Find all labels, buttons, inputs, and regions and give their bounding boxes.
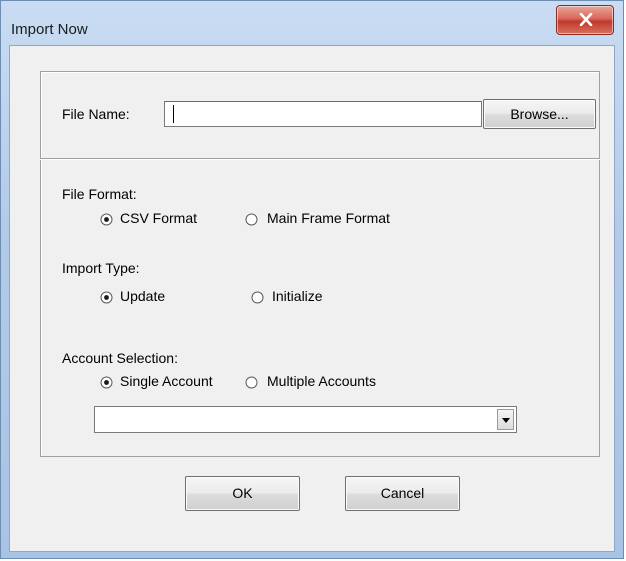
file-name-label: File Name: [62,106,130,122]
account-selection-label: Account Selection: [62,350,178,366]
window-title: Import Now [11,21,88,38]
radio-main-frame-format[interactable] [245,213,258,226]
radio-csv-format[interactable] [100,213,113,226]
browse-button[interactable]: Browse... [483,99,596,129]
dropdown-arrow-button[interactable] [497,409,514,430]
title-bar[interactable]: Import Now [1,1,623,45]
radio-update[interactable] [100,291,113,304]
import-type-label: Import Type: [62,260,140,276]
single-account-label[interactable]: Single Account [120,373,213,389]
csv-format-label[interactable]: CSV Format [120,210,197,226]
initialize-label[interactable]: Initialize [272,288,323,304]
file-format-label: File Format: [62,186,137,202]
radio-initialize[interactable] [251,291,264,304]
radio-single-account[interactable] [100,376,113,389]
close-button[interactable] [556,5,614,35]
dialog-client-area: File Name: Browse... File Format: CSV Fo… [9,45,615,552]
radio-multiple-accounts[interactable] [245,376,258,389]
update-label[interactable]: Update [120,288,165,304]
text-caret [173,105,174,123]
main-frame-format-label[interactable]: Main Frame Format [267,210,390,226]
import-now-dialog: Import Now File Name: Browse... File For… [0,0,624,559]
group-divider [40,158,600,160]
cancel-button[interactable]: Cancel [345,476,460,511]
account-dropdown[interactable] [94,406,517,433]
chevron-down-icon [502,418,510,423]
file-name-input[interactable] [164,101,482,127]
multiple-accounts-label[interactable]: Multiple Accounts [267,373,376,389]
close-x-icon [579,13,593,26]
ok-button[interactable]: OK [185,476,300,511]
